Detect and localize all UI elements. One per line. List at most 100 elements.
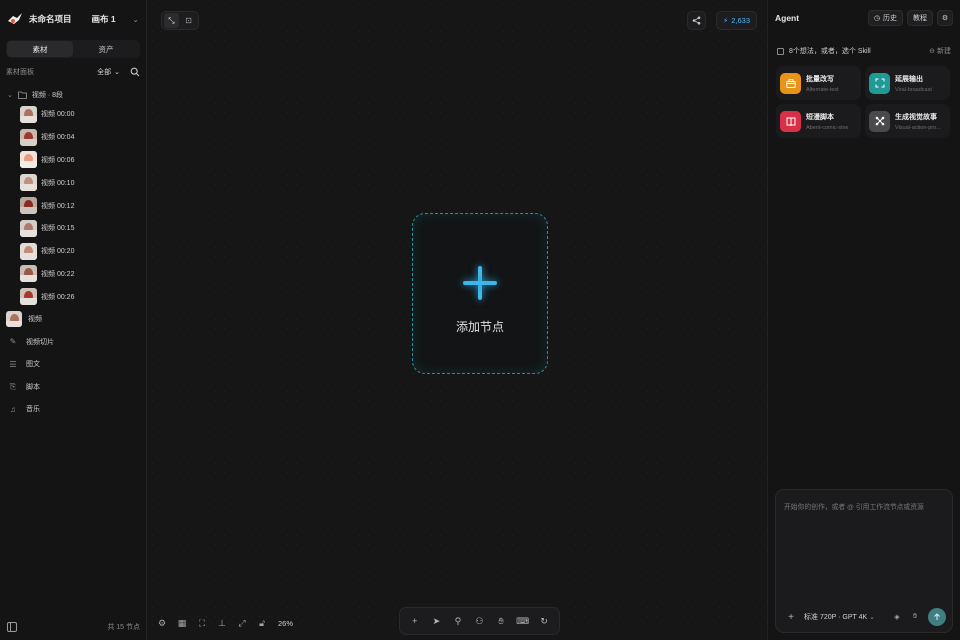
chevron-down-icon[interactable]: ⌄: [7, 91, 13, 99]
skill-name: 生成视觉故事: [895, 113, 937, 121]
list-item[interactable]: 视频 00:15: [0, 217, 146, 240]
video-thumbnail: [20, 174, 37, 192]
tab-materials[interactable]: 素材: [7, 41, 73, 57]
list-item[interactable]: 视频 00:12: [0, 194, 146, 217]
add-node-card[interactable]: 添加节点: [412, 213, 548, 374]
chevron-down-icon: ⌄: [114, 69, 120, 76]
canvas-mode-toolbar: ⤡ ⊡: [161, 11, 199, 30]
category-list: 视频 ✎ 视频切片 ☰ 图文 ⎘ 脚本 ♫ 音乐: [0, 308, 146, 421]
category-script[interactable]: ⎘ 脚本: [0, 376, 146, 399]
attach-plus-icon[interactable]: +: [784, 610, 798, 624]
book-icon: [780, 110, 801, 132]
skill-sub: Visual-action-pro...: [895, 124, 941, 131]
tab-assets[interactable]: 资产: [73, 41, 139, 57]
skill-card[interactable]: 短漫脚本 Abent-comic-stve: [776, 104, 861, 138]
grid-icon[interactable]: ▦: [174, 615, 190, 631]
hand-icon[interactable]: ✋︎: [493, 613, 509, 629]
add-icon[interactable]: +: [407, 613, 423, 629]
list-item[interactable]: 视频 00:10: [0, 171, 146, 194]
video-label: 视频 00:22: [41, 270, 75, 278]
video-label: 视频 00:00: [41, 111, 75, 119]
filter-label: 全部: [97, 69, 112, 76]
script-icon: ⎘: [9, 381, 17, 391]
video-thumbnail: [20, 151, 37, 169]
search-icon[interactable]: [130, 67, 140, 77]
zoom-level[interactable]: 26%: [278, 619, 293, 628]
hint-row: 8个想法，或者，选个 Skill ⊖ 新建: [768, 36, 960, 66]
filter-dropdown[interactable]: 全部 ⌄: [97, 67, 120, 77]
checkbox[interactable]: [777, 47, 784, 55]
music-icon: ♫: [10, 404, 16, 414]
category-label: 视频切片: [26, 338, 54, 346]
box-icon: [780, 72, 801, 94]
category-label: 视频: [28, 316, 42, 324]
category-graphic-text[interactable]: ☰ 图文: [0, 353, 146, 376]
people-icon[interactable]: ⚇: [471, 613, 487, 629]
video-label: 视频 00:04: [41, 134, 75, 142]
category-label: 图文: [26, 361, 40, 369]
canvas-name[interactable]: 画布 1: [92, 13, 116, 25]
category-video-clips[interactable]: ✎ 视频切片: [0, 331, 146, 354]
gem-icon[interactable]: ◈: [890, 610, 904, 624]
skill-card[interactable]: 生成视觉故事 Visual-action-pro...: [865, 104, 950, 138]
video-thumbnail: [20, 265, 37, 283]
folder-row[interactable]: ⌄ 视频 · 8段: [0, 86, 146, 103]
share-button[interactable]: [687, 11, 706, 30]
expand-icon: [869, 72, 890, 94]
list-item[interactable]: 视频 00:04: [0, 126, 146, 149]
connector-icon[interactable]: ⤢: [234, 615, 250, 631]
video-thumbnail: [6, 311, 22, 328]
hint-text: 8个想法，或者，选个 Skill: [789, 48, 871, 55]
category-music[interactable]: ♫ 音乐: [0, 398, 146, 421]
project-name[interactable]: 未命名项目: [29, 13, 72, 25]
settings-icon[interactable]: ⚙: [154, 615, 170, 631]
fit-screen-icon[interactable]: ⛶: [194, 615, 210, 631]
list-item[interactable]: 视频 00:26: [0, 285, 146, 308]
sidebar-toggle-icon[interactable]: [7, 622, 17, 632]
model-selector[interactable]: 标准 720P · GPT 4K ⌄: [804, 612, 875, 622]
app-window: 未命名项目 画布 1 ⌄ 素材 资产 素材面板 全部 ⌄ ⌄ 视频 · 8段 视频…: [0, 0, 960, 640]
workflow-canvas[interactable]: ⤡ ⊡ ⚡ 2,633 添加节点 ⚙ ▦ ⛶ ⊥ ⤢ 🔓︎ 26% + ➤ ⚲ …: [148, 0, 766, 640]
pointer-icon[interactable]: ➤: [428, 613, 444, 629]
lightning-icon: ⚡: [722, 16, 729, 25]
agent-panel: Agent ◷ 历史 教程 ⚙ 8个想法，或者，选个 Skill ⊖ 新建 批量改写…: [767, 0, 960, 640]
video-thumbnail: [20, 197, 37, 215]
list-item[interactable]: 视频 00:00: [0, 103, 146, 126]
list-item[interactable]: 视频 00:06: [0, 149, 146, 172]
frame-tool-icon[interactable]: ⊡: [181, 13, 196, 28]
category-label: 音乐: [26, 406, 40, 414]
skill-name: 短漫脚本: [806, 113, 834, 121]
list-item[interactable]: 视频 00:22: [0, 263, 146, 286]
align-icon[interactable]: ⊥: [214, 615, 230, 631]
wand-icon[interactable]: ⚲: [450, 613, 466, 629]
video-thumbnail: [20, 105, 37, 123]
logo-icon[interactable]: [7, 11, 23, 27]
prompt-input[interactable]: 开始你的创作，或者 @ 引用工作流节点或资源 + 标准 720P · GPT 4…: [775, 489, 953, 633]
arrow-up-icon: [934, 613, 940, 620]
skill-card[interactable]: 延展输出 Viral-broadcast: [865, 66, 950, 100]
clock-icon: ◷: [873, 15, 880, 22]
tutorial-button[interactable]: 教程: [907, 10, 933, 26]
lock-icon[interactable]: 🔓︎: [254, 615, 270, 631]
panel-settings-button[interactable]: ⚙: [937, 10, 953, 26]
history-button[interactable]: ◷ 历史: [867, 10, 903, 26]
history-icon[interactable]: ↻: [536, 613, 552, 629]
panel-tabs: 素材 资产: [6, 40, 140, 58]
video-thumbnail: [20, 242, 37, 260]
credits-badge[interactable]: ⚡ 2,633: [715, 11, 757, 30]
panel-title: Agent: [775, 13, 800, 23]
new-chat-button[interactable]: ⊖ 新建: [929, 46, 951, 56]
skill-sub: Alternate-text: [806, 86, 839, 93]
chevron-down-icon[interactable]: ⌄: [132, 15, 139, 24]
skill-card[interactable]: 批量改写 Alternate-text: [776, 66, 861, 100]
category-video[interactable]: 视频: [0, 308, 146, 331]
connect-tool-icon[interactable]: ⤡: [164, 13, 179, 28]
video-list: 视频 00:00 视频 00:04 视频 00:06 视频 00:10 视频 0…: [0, 103, 146, 308]
keyboard-icon[interactable]: ⌨: [515, 613, 531, 629]
hand-icon[interactable]: ✋︎: [908, 610, 922, 624]
send-button[interactable]: [928, 608, 946, 626]
chevron-down-icon: ⌄: [869, 614, 876, 621]
video-label: 视频 00:26: [41, 293, 75, 301]
list-item[interactable]: 视频 00:20: [0, 240, 146, 263]
canvas-tool-dock: + ➤ ⚲ ⚇ ✋︎ ⌨ ↻: [399, 607, 560, 635]
